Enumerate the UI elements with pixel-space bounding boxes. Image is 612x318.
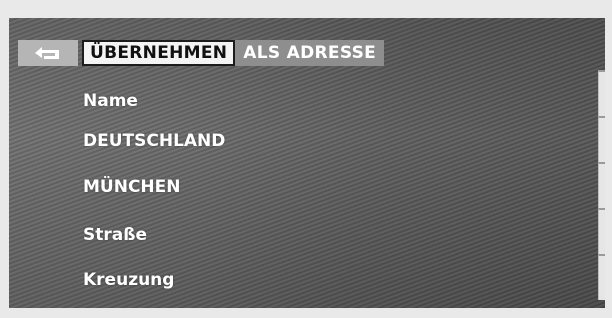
menu-item-street[interactable]: Straße bbox=[83, 222, 147, 248]
menu-item-label: DEUTSCHLAND bbox=[83, 131, 226, 151]
scrollbar-segment bbox=[598, 70, 605, 116]
apply-label: ÜBERNEHMEN bbox=[90, 43, 228, 63]
menu-item-label: Name bbox=[83, 91, 138, 111]
menu-item-label: Straße bbox=[83, 225, 147, 245]
scrollbar-segment bbox=[598, 208, 605, 254]
header-bar: ÜBERNEHMEN ALS ADRESSE bbox=[18, 38, 385, 68]
menu-item-crossing[interactable]: Kreuzung bbox=[83, 267, 174, 293]
scrollbar[interactable] bbox=[598, 70, 605, 300]
menu-item-country[interactable]: DEUTSCHLAND bbox=[83, 128, 225, 154]
menu-item-label: MÜNCHEN bbox=[83, 177, 181, 197]
back-button[interactable] bbox=[18, 40, 78, 66]
return-arrow-icon bbox=[33, 45, 63, 61]
scrollbar-segment bbox=[598, 116, 605, 162]
page-title: ALS ADRESSE bbox=[235, 40, 385, 66]
menu-item-city[interactable]: MÜNCHEN bbox=[83, 174, 181, 200]
apply-button[interactable]: ÜBERNEHMEN bbox=[82, 40, 236, 66]
scrollbar-segment bbox=[598, 254, 605, 300]
scrollbar-segment bbox=[598, 162, 605, 208]
menu-item-label: Kreuzung bbox=[83, 270, 175, 290]
page-title-text: ALS ADRESSE bbox=[243, 43, 377, 63]
navigation-screen: ÜBERNEHMEN ALS ADRESSE Name DEUTSCHLAND … bbox=[9, 18, 605, 308]
menu-item-name[interactable]: Name bbox=[83, 88, 138, 114]
